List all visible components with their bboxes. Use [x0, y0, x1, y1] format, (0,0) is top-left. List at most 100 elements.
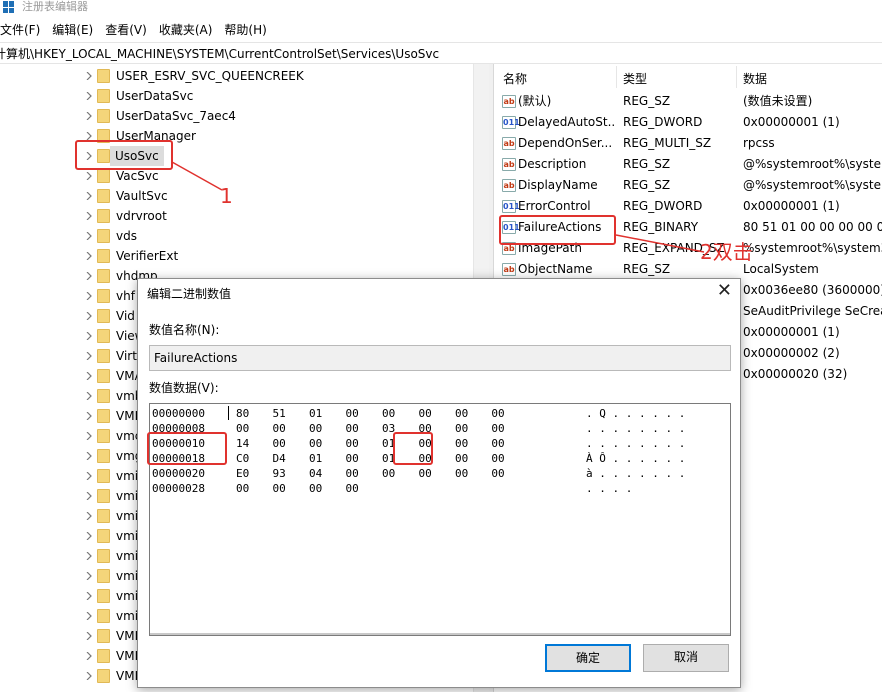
registry-editor-icon [3, 1, 15, 13]
step-1-label: 1 [220, 184, 233, 208]
expand-chevron-icon[interactable] [86, 232, 92, 240]
hex-ascii: à . . . . . . . [586, 467, 686, 480]
tree-item-label: VerifierExt [116, 249, 179, 263]
menu-file[interactable]: 文件(F) [0, 20, 40, 40]
column-name[interactable]: 名称 [503, 70, 527, 87]
value-name-label: 数值名称(N): [149, 323, 220, 337]
hex-scrollbar[interactable] [150, 633, 730, 635]
value-type: REG_SZ [623, 94, 671, 108]
folder-icon [97, 389, 110, 403]
folder-icon [97, 529, 110, 543]
tree-item-label: vmi [116, 569, 139, 583]
expand-chevron-icon[interactable] [86, 252, 92, 260]
expand-chevron-icon[interactable] [86, 432, 92, 440]
expand-chevron-icon[interactable] [86, 632, 92, 640]
hex-bytes[interactable]: C0 D4 01 00 01 00 00 00 [236, 451, 505, 466]
value-type: REG_MULTI_SZ [623, 136, 712, 150]
expand-chevron-icon[interactable] [86, 672, 92, 680]
hex-ascii: À Ô . . . . . . [586, 452, 686, 465]
expand-chevron-icon[interactable] [86, 592, 92, 600]
value-row[interactable]: ab DisplayName REG_SZ @%systemroot%\system [494, 175, 882, 196]
cancel-button[interactable]: 取消 [643, 644, 729, 672]
close-icon[interactable]: ✕ [717, 281, 732, 301]
expand-chevron-icon[interactable] [86, 512, 92, 520]
value-row[interactable]: ab Description REG_SZ @%systemroot%\system [494, 154, 882, 175]
expand-chevron-icon[interactable] [86, 452, 92, 460]
expand-chevron-icon[interactable] [86, 112, 92, 120]
column-type[interactable]: 类型 [623, 70, 647, 87]
expand-chevron-icon[interactable] [86, 392, 92, 400]
value-row[interactable]: ab DependOnSer... REG_MULTI_SZ rpcss [494, 133, 882, 154]
hex-ascii: . . . . . . . . [586, 437, 686, 450]
folder-icon [97, 469, 110, 483]
tree-item-label: Virt [116, 349, 137, 363]
hex-bytes[interactable]: 80 51 01 00 00 00 00 00 [236, 406, 505, 421]
folder-icon [97, 169, 110, 183]
folder-icon [97, 409, 110, 423]
hex-bytes[interactable]: 00 00 00 00 [236, 481, 359, 496]
value-row[interactable]: 011 DelayedAutoSt... REG_DWORD 0x00000001 (… [494, 112, 882, 133]
binary-value-icon: 011 [502, 116, 520, 129]
column-divider[interactable] [616, 66, 617, 88]
menu-help[interactable]: 帮助(H) [224, 20, 266, 40]
folder-icon [97, 89, 110, 103]
folder-icon [97, 629, 110, 643]
expand-chevron-icon[interactable] [86, 312, 92, 320]
address-bar[interactable]: 计算机\HKEY_LOCAL_MACHINE\SYSTEM\CurrentCon… [0, 42, 882, 64]
value-type: REG_DWORD [623, 115, 703, 129]
title-bar: 注册表编辑器 [0, 0, 882, 14]
offset-highlight [147, 432, 227, 465]
value-data: 0x00000001 (1) [743, 115, 840, 129]
list-header: 名称 类型 数据 [494, 64, 882, 90]
expand-chevron-icon[interactable] [86, 132, 92, 140]
expand-chevron-icon[interactable] [86, 352, 92, 360]
hex-editor[interactable]: 00000000 80 51 01 00 00 00 00 00 . Q . . .… [149, 403, 731, 636]
menu-favorites[interactable]: 收藏夹(A) [159, 20, 213, 40]
expand-chevron-icon[interactable] [86, 652, 92, 660]
value-data: 0x00000002 (2) [743, 346, 840, 360]
expand-chevron-icon[interactable] [86, 612, 92, 620]
expand-chevron-icon[interactable] [86, 412, 92, 420]
usosvc-highlight [75, 140, 173, 170]
expand-chevron-icon[interactable] [86, 472, 92, 480]
expand-chevron-icon[interactable] [86, 492, 92, 500]
value-type: REG_DWORD [623, 199, 703, 213]
expand-chevron-icon[interactable] [86, 332, 92, 340]
hex-bytes[interactable]: E0 93 04 00 00 00 00 00 [236, 466, 505, 481]
expand-chevron-icon[interactable] [86, 72, 92, 80]
expand-chevron-icon[interactable] [86, 92, 92, 100]
value-row[interactable]: ab (默认) REG_SZ (数值未设置) [494, 91, 882, 112]
value-name: Description [518, 157, 587, 171]
expand-chevron-icon[interactable] [86, 572, 92, 580]
value-row[interactable]: ab ObjectName REG_SZ LocalSystem [494, 259, 882, 280]
expand-chevron-icon[interactable] [86, 212, 92, 220]
tree-item-label: Vid [116, 309, 135, 323]
hex-bytes[interactable]: 00 00 00 00 03 00 00 00 [236, 421, 505, 436]
value-data: (数值未设置) [743, 94, 813, 108]
expand-chevron-icon[interactable] [86, 532, 92, 540]
string-value-icon: ab [502, 179, 516, 192]
value-name: DependOnSer... [518, 136, 613, 150]
folder-icon [97, 369, 110, 383]
expand-chevron-icon[interactable] [86, 172, 92, 180]
string-value-icon: ab [502, 263, 516, 276]
expand-chevron-icon[interactable] [86, 192, 92, 200]
expand-chevron-icon[interactable] [86, 552, 92, 560]
tree-item-label: vmi [116, 609, 139, 623]
ok-button[interactable]: 确定 [545, 644, 631, 672]
expand-chevron-icon[interactable] [86, 272, 92, 280]
expand-chevron-icon[interactable] [86, 372, 92, 380]
value-row[interactable]: 011 ErrorControl REG_DWORD 0x00000001 (1) [494, 196, 882, 217]
menu-view[interactable]: 查看(V) [105, 20, 147, 40]
menu-edit[interactable]: 编辑(E) [52, 20, 93, 40]
expand-chevron-icon[interactable] [86, 292, 92, 300]
failureactions-highlight [499, 215, 616, 245]
callout-line-2 [615, 234, 705, 253]
value-name: ObjectName [518, 262, 593, 276]
column-divider[interactable] [736, 66, 737, 88]
column-data[interactable]: 数据 [743, 70, 767, 87]
menu-bar: 文件(F) 编辑(E) 查看(V) 收藏夹(A) 帮助(H) [0, 20, 279, 40]
value-data: %systemroot%\system3 [743, 241, 882, 255]
folder-icon [97, 429, 110, 443]
hex-bytes[interactable]: 14 00 00 00 01 00 00 00 [236, 436, 505, 451]
